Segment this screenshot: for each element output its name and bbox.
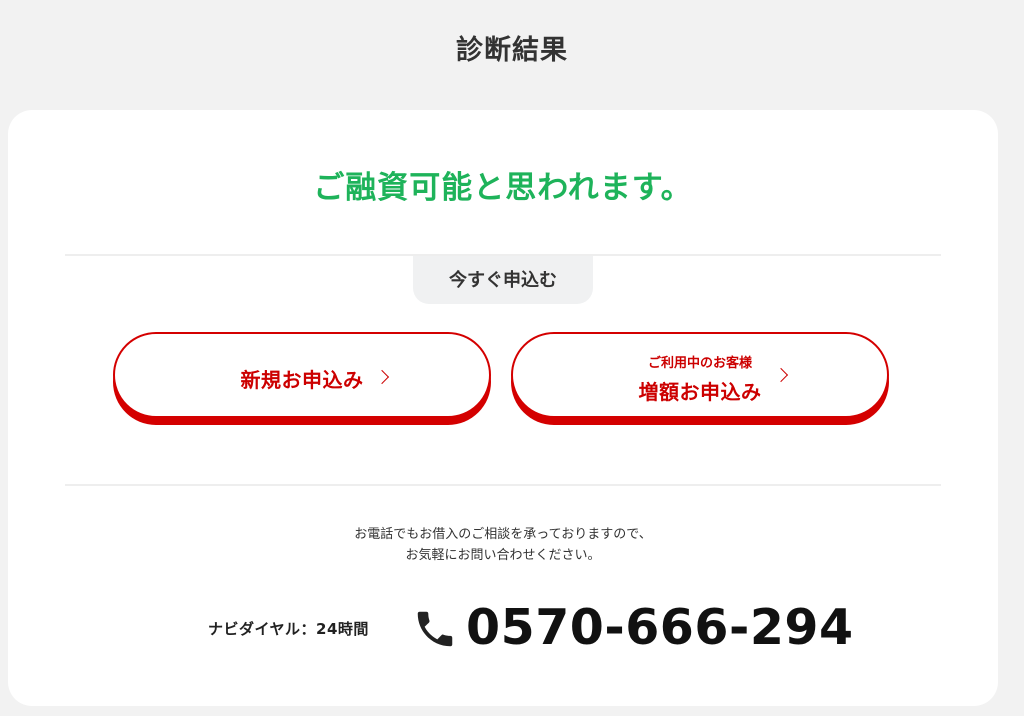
phone-icon (417, 611, 453, 647)
new-application-button[interactable]: 新規お申込み (113, 332, 491, 418)
apply-now-tab: 今すぐ申込む (413, 256, 593, 304)
note-line: お電話でもお借入のご相談を承っておりますので、 (354, 527, 652, 542)
page-title: 診断結果 (456, 35, 568, 66)
increase-application-button[interactable]: ご利用中のお客様 増額お申込み (511, 332, 889, 418)
navi-dial-label: ナビダイヤル：24時間 (208, 620, 369, 638)
phone-consultation-note: お電話でもお借入のご相談を承っておりますので、 お気軽にお問い合わせください。 (8, 524, 998, 566)
new-application-label: 新規お申込み (240, 368, 364, 392)
increase-application-label: 増額お申込み (638, 380, 762, 404)
note-line: お気軽にお問い合わせください。 (405, 548, 601, 563)
result-card: ご融資可能と思われます。 今すぐ申込む 新規お申込み ご利用中のお客様 増額お申… (8, 110, 998, 706)
existing-customer-label: ご利用中のお客様 (647, 356, 752, 371)
result-headline: ご融資可能と思われます。 (313, 170, 693, 206)
divider (65, 484, 941, 486)
phone-number-link[interactable]: 0570-666-294 (466, 599, 854, 656)
